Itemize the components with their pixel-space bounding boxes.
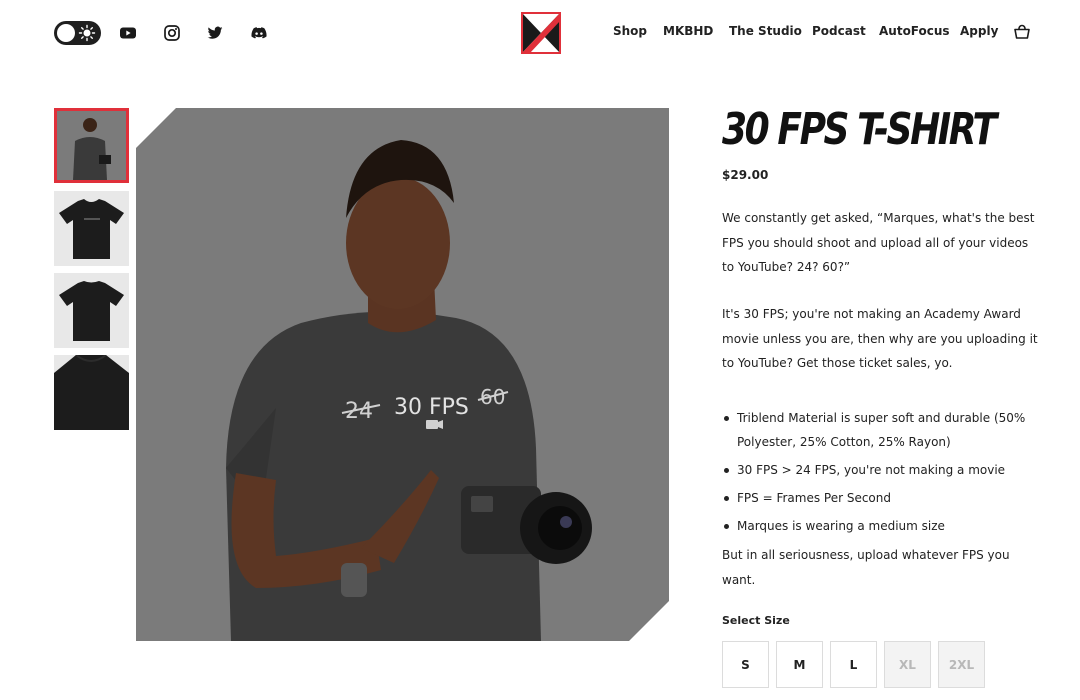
thumbnail-front[interactable] (54, 191, 129, 266)
youtube-icon[interactable] (119, 24, 137, 42)
thumbnail-back[interactable] (54, 273, 129, 348)
list-item: Triblend Material is super soft and dura… (722, 406, 1042, 454)
product-title: 30 FPS T-SHIRT (722, 104, 997, 155)
size-option-m[interactable]: M (776, 641, 823, 688)
nav-mkbhd[interactable]: MKBHD (663, 24, 713, 38)
description-paragraph-2: It's 30 FPS; you're not making an Academ… (722, 307, 1038, 370)
nav-the-studio[interactable]: The Studio (729, 24, 802, 38)
shirt-print-center: 30 FPS (394, 395, 469, 420)
thumbnail-detail-image (54, 355, 129, 430)
list-item: Marques is wearing a medium size (722, 514, 1042, 538)
theme-toggle[interactable] (54, 21, 101, 45)
list-item: 30 FPS > 24 FPS, you're not making a mov… (722, 458, 1042, 482)
description-paragraph-1: We constantly get asked, “Marques, what'… (722, 211, 1035, 274)
cart-icon[interactable] (1013, 24, 1031, 42)
thumbnail-front-image (59, 199, 124, 259)
toggle-knob (57, 24, 75, 42)
shirt-print-camera-icon (426, 420, 438, 429)
thumbnail-detail[interactable] (54, 355, 129, 430)
size-option-2xl[interactable]: 2XL (938, 641, 985, 688)
product-price: $29.00 (722, 168, 769, 182)
thumbnail-model-image (57, 111, 126, 180)
size-option-s[interactable]: S (722, 641, 769, 688)
list-item: FPS = Frames Per Second (722, 486, 1042, 510)
mkbhd-logo-icon[interactable] (519, 11, 563, 55)
twitter-icon[interactable] (206, 24, 224, 42)
nav-shop[interactable]: Shop (613, 24, 647, 38)
thumbnail-model[interactable] (54, 108, 129, 183)
select-size-label: Select Size (722, 614, 790, 627)
product-photo: 24 30 FPS 60 (136, 108, 669, 641)
sun-icon (78, 24, 96, 42)
nav-apply[interactable]: Apply (960, 24, 998, 38)
instagram-icon[interactable] (163, 24, 181, 42)
thumbnail-back-image (59, 281, 124, 341)
site-header: Shop MKBHD The Studio Podcast AutoFocus … (0, 0, 1080, 66)
discord-icon[interactable] (250, 24, 268, 42)
feature-list: Triblend Material is super soft and dura… (722, 406, 1042, 542)
camera-icon (461, 486, 592, 564)
size-option-xl[interactable]: XL (884, 641, 931, 688)
nav-podcast[interactable]: Podcast (812, 24, 866, 38)
size-option-l[interactable]: L (830, 641, 877, 688)
closing-paragraph: But in all seriousness, upload whatever … (722, 548, 1010, 587)
nav-autofocus[interactable]: AutoFocus (879, 24, 950, 38)
